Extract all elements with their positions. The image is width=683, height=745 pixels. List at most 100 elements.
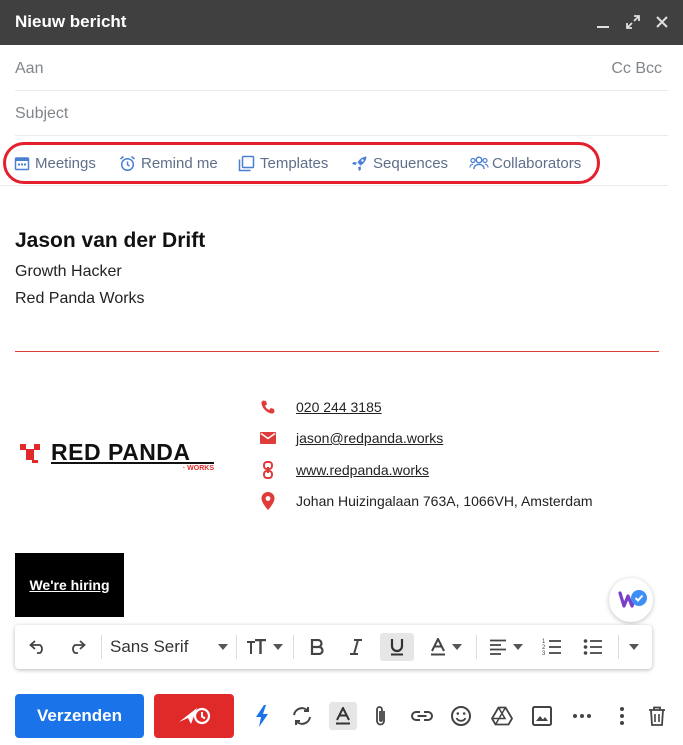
font-size-button[interactable]: [243, 633, 285, 661]
discard-button[interactable]: [643, 702, 671, 730]
sequences-button[interactable]: Sequences: [351, 152, 448, 174]
toolbar-separator: [101, 635, 102, 659]
schedule-send-button[interactable]: [154, 694, 234, 738]
red-panda-logo: RED PANDA · WORKS: [20, 439, 220, 474]
more-vertical-button[interactable]: [608, 702, 636, 730]
calendar-icon: [14, 157, 30, 171]
paperclip-icon: [376, 706, 385, 726]
underline-icon: [390, 639, 404, 656]
font-selector[interactable]: Sans Serif: [110, 633, 228, 661]
people-icon: [469, 156, 489, 170]
redo-button[interactable]: [64, 633, 90, 661]
cc-bcc-links: Cc Bcc: [611, 60, 662, 78]
bulleted-list-button[interactable]: [580, 633, 606, 661]
minimize-icon: [597, 26, 609, 28]
svg-text:3: 3: [542, 651, 546, 656]
insert-link-button[interactable]: [408, 702, 436, 730]
attach-button[interactable]: [367, 702, 395, 730]
sequences-label: Sequences: [373, 154, 449, 172]
align-button[interactable]: [485, 633, 527, 661]
to-field[interactable]: Aan Cc Bcc: [15, 46, 668, 91]
emoji-button[interactable]: [447, 702, 475, 730]
drive-button[interactable]: [488, 702, 516, 730]
to-input[interactable]: [15, 46, 575, 90]
lightning-button[interactable]: [248, 702, 276, 730]
text-size-icon: [246, 639, 266, 654]
subject-input[interactable]: [15, 91, 575, 135]
bold-button[interactable]: [304, 633, 330, 661]
link-icon: [258, 460, 278, 480]
svg-text:RED PANDA: RED PANDA: [51, 440, 191, 465]
formatting-toggle-button[interactable]: [329, 702, 357, 730]
insert-photo-button[interactable]: [528, 702, 556, 730]
bold-icon: [310, 639, 324, 655]
more-horizontal-icon: [573, 714, 591, 718]
fullscreen-button[interactable]: [620, 8, 646, 36]
email-link[interactable]: jason@redpanda.works: [296, 430, 443, 446]
numbered-list-icon: 123: [542, 639, 561, 656]
italic-button[interactable]: [343, 633, 369, 661]
envelope-icon: [258, 428, 278, 448]
collaborators-button[interactable]: Collaborators: [469, 152, 581, 174]
bulleted-list-icon: [583, 639, 602, 655]
phone-icon: [258, 397, 278, 417]
undo-button[interactable]: [25, 633, 51, 661]
close-button[interactable]: [649, 8, 675, 36]
compose-title: Nieuw bericht: [15, 12, 127, 31]
checkmark-badge-icon: [618, 590, 647, 608]
scheduled-send-icon: [179, 707, 211, 725]
alarm-clock-icon: [120, 155, 135, 171]
rocket-icon: [352, 156, 367, 171]
toolbar-separator: [476, 635, 477, 659]
templates-button[interactable]: Templates: [238, 152, 328, 174]
meetings-button[interactable]: Meetings: [14, 152, 96, 174]
sync-button[interactable]: [288, 702, 316, 730]
emoji-icon: [451, 706, 471, 726]
toolbar-separator: [618, 635, 619, 659]
text-format-icon: [336, 707, 350, 725]
toolbar-separator: [236, 635, 237, 659]
send-label: Verzenden: [36, 706, 123, 725]
chevron-down-icon: [629, 644, 639, 650]
extension-badge[interactable]: [609, 578, 653, 622]
templates-icon: [238, 155, 255, 171]
extension-toolbar: Meetings Remind me Templates Sequences C…: [0, 136, 668, 186]
formatting-toolbar: Sans Serif 123: [15, 625, 652, 669]
undo-icon: [29, 640, 43, 654]
more-formatting-button[interactable]: [624, 633, 644, 661]
subject-field[interactable]: Subject: [15, 91, 668, 136]
signature-name: Jason van der Drift: [15, 229, 206, 252]
signature-role: Growth Hacker: [15, 263, 122, 280]
contact-email: jason@redpanda.works: [258, 427, 443, 449]
chevron-down-icon: [272, 644, 283, 650]
google-drive-icon: [491, 706, 513, 726]
templates-label: Templates: [260, 154, 329, 172]
link-icon: [411, 711, 433, 721]
cc-link[interactable]: Cc: [611, 60, 631, 77]
toolbar-separator: [293, 635, 294, 659]
hiring-banner-text: We're hiring: [29, 577, 110, 593]
collaborators-label: Collaborators: [492, 154, 582, 172]
contact-phone: 020 244 3185: [258, 396, 382, 418]
more-vertical-icon: [620, 707, 624, 725]
minimize-button[interactable]: [590, 8, 616, 36]
font-name: Sans Serif: [110, 637, 189, 656]
text-color-button[interactable]: [425, 633, 467, 661]
trash-icon: [649, 706, 665, 726]
phone-link[interactable]: 020 244 3185: [296, 399, 382, 415]
underline-button[interactable]: [380, 633, 414, 661]
italic-icon: [350, 639, 362, 655]
sync-icon: [293, 707, 311, 725]
hiring-banner[interactable]: We're hiring: [15, 553, 124, 617]
chevron-down-icon: [452, 644, 462, 650]
image-icon: [532, 706, 552, 726]
more-options-button[interactable]: [568, 702, 596, 730]
remind-me-button[interactable]: Remind me: [119, 152, 218, 174]
signature-divider: [15, 351, 659, 352]
lightning-icon: [256, 705, 268, 727]
contact-website: www.redpanda.works: [258, 459, 429, 481]
send-button[interactable]: Verzenden: [15, 694, 144, 738]
website-link[interactable]: www.redpanda.works: [296, 462, 429, 478]
numbered-list-button[interactable]: 123: [539, 633, 565, 661]
bcc-link[interactable]: Bcc: [635, 60, 662, 77]
